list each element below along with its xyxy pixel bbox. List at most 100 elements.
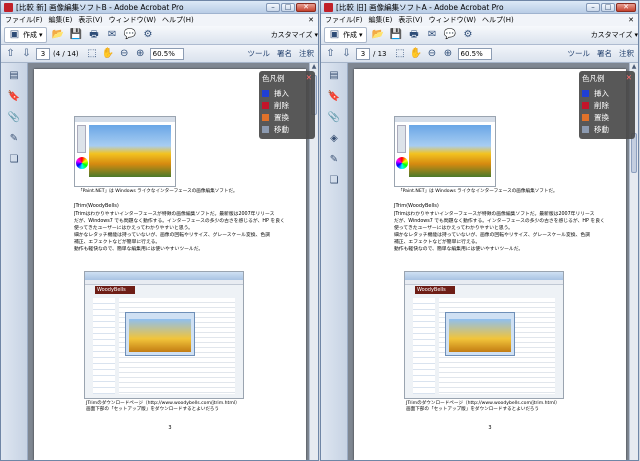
legend-label: 移動 [594, 124, 609, 134]
swatch-move [262, 125, 269, 133]
page-number-input[interactable]: 3 [356, 47, 370, 60]
comment-icon[interactable]: 💬 [444, 29, 457, 41]
signature-icon[interactable]: ✎ [327, 153, 341, 166]
down-arrow-icon[interactable]: ⇩ [20, 48, 33, 60]
body-line: 使ってきたユーザーにはかえってわかりやすいと思う。 [394, 226, 513, 231]
acrobat-window-new[interactable]: [比較 新] 画像編集ソフトB - Adobe Acrobat Pro – □ … [0, 0, 319, 461]
close-icon[interactable]: ✕ [626, 73, 632, 84]
zoom-in-icon[interactable]: ⊕ [134, 48, 147, 60]
chevron-down-icon: ▾ [359, 31, 363, 39]
page-thumb-icon[interactable]: ▤ [7, 69, 21, 82]
open-icon[interactable]: 📂 [372, 29, 385, 41]
legend-label: 挿入 [594, 88, 609, 98]
body-line: JTrimはわかりやすいインターフェースが特徴の画像編集ソフトだ。最新版は200… [394, 212, 595, 217]
legend-label: 挿入 [274, 88, 289, 98]
tools-link[interactable]: ツール [568, 48, 591, 59]
legend-item: 挿入 [582, 87, 632, 99]
customize-menu[interactable]: カスタマイズ ▾ [591, 30, 638, 40]
mail-icon[interactable]: ✉ [106, 29, 119, 41]
navigation-toolbar: ⇧ ⇩ 3 / 13 ⬚ ✋ ⊖ ⊕ 60.5% ツール 署名 注釈 [321, 45, 638, 63]
chevron-down-icon: ▾ [314, 31, 318, 39]
page-total: (4 / 14) [53, 49, 79, 58]
scroll-up-icon[interactable]: ▲ [310, 63, 318, 71]
sign-link[interactable]: 署名 [597, 48, 612, 59]
layers-icon[interactable]: ❏ [7, 153, 21, 166]
signature-icon[interactable]: ✎ [7, 132, 21, 145]
zoom-select[interactable]: 60.5% [149, 47, 184, 60]
maximize-button[interactable]: □ [281, 2, 295, 12]
maximize-button[interactable]: □ [601, 2, 615, 12]
page-footer-number: 3 [488, 425, 492, 431]
figure-caption: 「Paint.NET」は Windows ライクなインターフェースの画像編集ソフ… [398, 189, 558, 194]
menu-view[interactable]: 表示(V) [78, 15, 102, 25]
caption-line: 画面下部の「セットアップ版」をダウンロードするとよいだろう [406, 406, 539, 412]
clip-icon[interactable]: 📎 [7, 111, 21, 124]
zoom-select[interactable]: 60.5% [457, 47, 492, 60]
caption-line: JTrimのダウンロードページ（http://www.woodybells.co… [406, 401, 560, 406]
zoom-in-icon[interactable]: ⊕ [442, 48, 455, 60]
comment-link[interactable]: 注釈 [299, 48, 314, 59]
mail-icon[interactable]: ✉ [426, 29, 439, 41]
section-heading: JTrim(WoodyBells) [74, 203, 119, 209]
menu-edit[interactable]: 編集(E) [49, 15, 73, 25]
menu-window[interactable]: ウィンドウ(W) [109, 15, 156, 25]
create-button[interactable]: ▣ 作成 ▾ [4, 27, 47, 43]
scroll-up-icon[interactable]: ▲ [630, 63, 638, 71]
select-icon[interactable]: ⬚ [86, 48, 99, 60]
menu-file[interactable]: ファイル(F) [5, 15, 43, 25]
attachment-icon[interactable]: ❏ [327, 174, 341, 187]
close-icon[interactable]: ✕ [306, 73, 312, 84]
body-line: 補正、エフェクトなどが簡単に行える。 [74, 240, 161, 245]
open-icon[interactable]: 📂 [52, 29, 65, 41]
bookmark-icon[interactable]: 🔖 [327, 90, 341, 103]
bookmark-icon[interactable]: 🔖 [7, 90, 21, 103]
zoom-out-icon[interactable]: ⊖ [118, 48, 131, 60]
woodybells-screenshot: WoodyBells [404, 271, 564, 399]
print-icon[interactable]: 🖶 [408, 29, 421, 41]
close-button[interactable]: ✕ [296, 2, 316, 12]
menu-view[interactable]: 表示(V) [398, 15, 422, 25]
gear-icon[interactable]: ⚙ [462, 29, 475, 41]
minimize-button[interactable]: – [266, 2, 280, 12]
create-button[interactable]: ▣ 作成 ▾ [324, 27, 367, 43]
close-button[interactable]: ✕ [616, 2, 636, 12]
legend-item: 削除 [582, 99, 632, 111]
down-arrow-icon[interactable]: ⇩ [340, 48, 353, 60]
page-number-input[interactable]: 3 [36, 47, 50, 60]
menu-help[interactable]: ヘルプ(H) [482, 15, 514, 25]
gear-icon[interactable]: ⚙ [142, 29, 155, 41]
comment-link[interactable]: 注釈 [619, 48, 634, 59]
close-document-icon[interactable]: ✕ [628, 16, 634, 24]
create-label: 作成 [343, 31, 357, 39]
save-icon[interactable]: 💾 [70, 29, 83, 41]
menu-window[interactable]: ウィンドウ(W) [429, 15, 476, 25]
up-arrow-icon[interactable]: ⇧ [4, 48, 17, 60]
legend-label: 置換 [274, 112, 289, 122]
tools-link[interactable]: ツール [248, 48, 271, 59]
clip-icon[interactable]: 📎 [327, 111, 341, 124]
minimize-button[interactable]: – [586, 2, 600, 12]
title-bar[interactable]: [比較 新] 画像編集ソフトB - Adobe Acrobat Pro – □ … [1, 1, 318, 14]
desktop: [比較 新] 画像編集ソフトB - Adobe Acrobat Pro – □ … [0, 0, 640, 461]
page-thumb-icon[interactable]: ▤ [327, 69, 341, 82]
title-bar[interactable]: [比較 旧] 画像編集ソフトA - Adobe Acrobat Pro – □ … [321, 1, 638, 14]
customize-menu[interactable]: カスタマイズ ▾ [271, 30, 318, 40]
layers-icon[interactable]: ◈ [327, 132, 341, 145]
navigation-toolbar: ⇧ ⇩ 3 (4 / 14) ⬚ ✋ ⊖ ⊕ 60.5% ツール 署名 注釈 [1, 45, 318, 63]
save-icon[interactable]: 💾 [390, 29, 403, 41]
menu-edit[interactable]: 編集(E) [369, 15, 393, 25]
up-arrow-icon[interactable]: ⇧ [324, 48, 337, 60]
zoom-out-icon[interactable]: ⊖ [426, 48, 439, 60]
print-icon[interactable]: 🖶 [88, 29, 101, 41]
legend-label: 移動 [274, 124, 289, 134]
sign-link[interactable]: 署名 [277, 48, 292, 59]
hand-icon[interactable]: ✋ [410, 48, 423, 60]
hand-icon[interactable]: ✋ [102, 48, 115, 60]
acrobat-window-old[interactable]: [比較 旧] 画像編集ソフトA - Adobe Acrobat Pro – □ … [320, 0, 639, 461]
select-icon[interactable]: ⬚ [394, 48, 407, 60]
menu-file[interactable]: ファイル(F) [325, 15, 363, 25]
close-document-icon[interactable]: ✕ [308, 16, 314, 24]
menu-help[interactable]: ヘルプ(H) [162, 15, 194, 25]
comment-icon[interactable]: 💬 [124, 29, 137, 41]
scroll-thumb[interactable] [631, 133, 637, 173]
